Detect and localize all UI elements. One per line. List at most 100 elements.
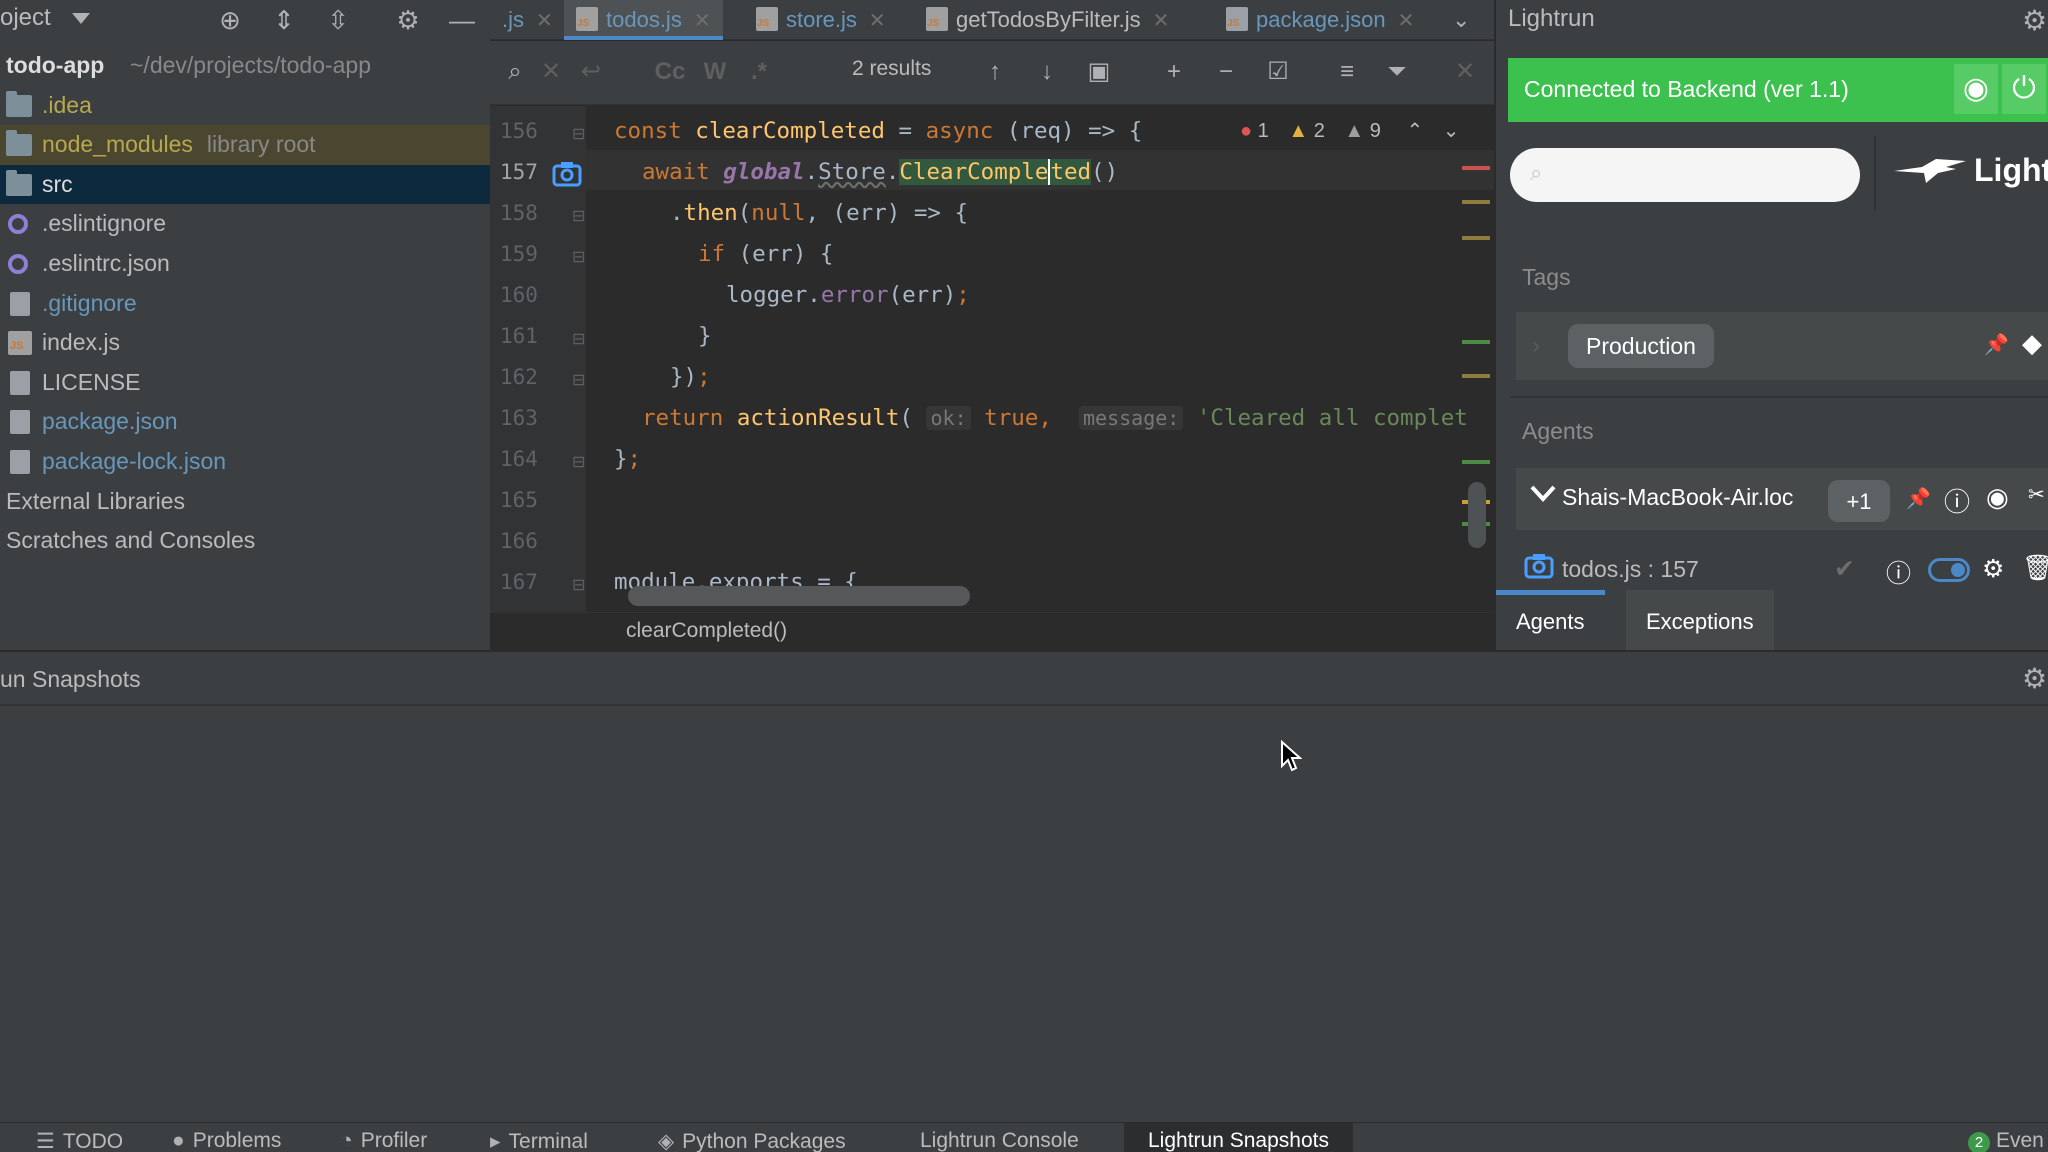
settings-cog-icon[interactable]: ⚙	[1982, 554, 2004, 584]
pipe-icon[interactable]: ✂	[2028, 482, 2045, 507]
tree-item-scratches[interactable]: Scratches and Consoles	[0, 521, 490, 561]
chevron-down-icon[interactable]	[1528, 478, 1558, 508]
tab-store-js[interactable]: store.js ✕	[756, 0, 886, 40]
tree-item-gitignore[interactable]: .gitignore	[0, 284, 490, 324]
tree-item-license[interactable]: LICENSE	[0, 363, 490, 403]
new-line-icon[interactable]: ↩	[576, 55, 606, 89]
close-icon[interactable]: ✕	[1153, 10, 1170, 32]
tree-item-index-js[interactable]: index.js	[0, 323, 490, 363]
tree-item-eslintrc[interactable]: .eslintrc.json	[0, 244, 490, 284]
tree-item-src[interactable]: src	[0, 164, 490, 205]
tree-item-external-libraries[interactable]: External Libraries	[0, 482, 490, 522]
fold-icon[interactable]: ⊟	[572, 329, 585, 349]
tree-item-package-lock-json[interactable]: package-lock.json	[0, 442, 490, 482]
toolstrip-terminal[interactable]: ▸ Terminal	[490, 1129, 588, 1152]
toolstrip-lightrun-console[interactable]: Lightrun Console	[920, 1129, 1079, 1152]
gear-icon[interactable]: ⚙	[2022, 4, 2047, 37]
collapse-all-icon[interactable]: ⇳	[322, 4, 354, 36]
tree-item-package-json[interactable]: package.json	[0, 402, 490, 442]
close-find-icon[interactable]: ✕	[1450, 55, 1480, 89]
multiline-icon[interactable]: ≡	[1330, 55, 1364, 89]
gear-icon[interactable]: ⚙	[392, 4, 424, 36]
tag-icon[interactable]: ◆	[2022, 328, 2042, 359]
fold-icon[interactable]: ⊟	[572, 206, 585, 226]
next-occurrence-icon[interactable]: ↓	[1032, 55, 1062, 89]
double-check-icon[interactable]: ✔	[1834, 554, 1855, 584]
fold-icon[interactable]: ⊟	[572, 575, 585, 595]
search-icon[interactable]: ⌕	[498, 55, 532, 89]
regex-toggle[interactable]: .*	[744, 55, 774, 89]
tree-item-eslintignore[interactable]: .eslintignore	[0, 204, 490, 244]
fold-icon[interactable]: ⊟	[572, 452, 585, 472]
pin-icon[interactable]: 📌	[1906, 486, 1931, 511]
snapshots-content[interactable]	[0, 706, 2048, 1122]
close-icon[interactable]: ✕	[694, 10, 711, 32]
toolstrip-event-log[interactable]: 2 Even	[1968, 1129, 2044, 1152]
tab-package-json[interactable]: package.json ✕	[1226, 0, 1414, 40]
vertical-scrollbar[interactable]	[1468, 482, 1486, 548]
tab-exceptions[interactable]: Exceptions	[1626, 590, 1774, 650]
tag-row[interactable]: › Production 📌 ◆	[1516, 312, 2048, 380]
previous-highlight-icon[interactable]: ⌃	[1406, 120, 1423, 142]
power-icon[interactable]: ⏻	[2002, 64, 2046, 114]
tab-todos-js[interactable]: todos.js ✕	[564, 0, 723, 40]
chevron-right-icon[interactable]: ›	[1532, 332, 1540, 360]
tree-item-idea[interactable]: .idea	[0, 86, 490, 126]
clear-search-icon[interactable]: ✕	[536, 55, 566, 89]
tree-root[interactable]: todo-app ~/dev/projects/todo-app	[0, 46, 490, 86]
pin-icon[interactable]: 📌	[1984, 332, 2009, 357]
chevron-down-icon[interactable]	[72, 13, 90, 24]
tab-js-partial[interactable]: .js ✕	[502, 0, 553, 40]
snapshot-toggle[interactable]	[1928, 558, 1970, 582]
match-case-toggle[interactable]: Cc	[652, 55, 688, 89]
tab-gettodosbyfilter-js[interactable]: getTodosByFilter.js ✕	[926, 0, 1169, 40]
tag-pill[interactable]: Production	[1568, 324, 1714, 368]
warning-stripe-mark[interactable]	[1462, 374, 1490, 378]
gear-icon[interactable]: ⚙	[2022, 662, 2047, 695]
breadcrumb-item[interactable]: clearCompleted()	[626, 619, 787, 643]
eye-icon[interactable]: ◉	[1986, 482, 2009, 513]
toolstrip-todo[interactable]: ☰ TODO	[36, 1129, 123, 1152]
minimize-icon[interactable]: —	[446, 4, 478, 36]
next-highlight-icon[interactable]: ⌄	[1443, 120, 1460, 142]
tree-item-node-modules[interactable]: node_modules library root	[0, 125, 490, 165]
remove-selection-icon[interactable]: −	[1208, 55, 1244, 89]
open-in-window-icon[interactable]: ▣	[1084, 55, 1114, 89]
project-title[interactable]: oject	[0, 4, 51, 32]
trash-icon[interactable]: 🗑	[2022, 554, 2048, 583]
error-stripe-mark[interactable]	[1462, 166, 1490, 170]
filter-icon[interactable]: ⏷	[1380, 55, 1414, 89]
close-icon[interactable]: ✕	[536, 10, 553, 32]
info-icon[interactable]: ⓘ	[1944, 482, 1970, 519]
horizontal-scrollbar[interactable]	[628, 586, 970, 606]
agent-row[interactable]: Shais-MacBook-Air.loc +1 📌 ⓘ ◉ ✂	[1516, 468, 2048, 530]
warning-stripe-mark[interactable]	[1462, 200, 1490, 204]
eye-icon[interactable]: ◉	[1954, 64, 1998, 114]
expand-all-icon[interactable]: ⇕	[268, 4, 300, 36]
crosshair-icon[interactable]: ⊕	[214, 4, 246, 36]
camera-icon[interactable]	[552, 160, 582, 188]
fold-icon[interactable]: ⊟	[572, 370, 585, 390]
warning-stripe-mark[interactable]	[1462, 236, 1490, 240]
add-selection-icon[interactable]: +	[1156, 55, 1192, 89]
agent-count-badge[interactable]: +1	[1828, 480, 1890, 522]
snapshot-action-row[interactable]: todos.js : 157 ✔ ⓘ ⚙ 🗑	[1508, 548, 2048, 590]
tab-agents[interactable]: Agents	[1496, 590, 1605, 650]
whole-words-toggle[interactable]: W	[700, 55, 730, 89]
close-icon[interactable]: ✕	[869, 10, 886, 32]
close-icon[interactable]: ✕	[1398, 10, 1415, 32]
tabs-overflow-chevron-icon[interactable]: ⌄	[1452, 0, 1470, 40]
lightrun-search-input[interactable]: ⌕	[1510, 148, 1860, 202]
change-stripe-mark[interactable]	[1462, 460, 1490, 464]
toolstrip-problems[interactable]: ● Problems	[172, 1129, 281, 1152]
toolstrip-python-packages[interactable]: ◈ Python Packages	[658, 1129, 846, 1152]
fold-icon[interactable]: ⊟	[572, 124, 585, 144]
previous-occurrence-icon[interactable]: ↑	[980, 55, 1010, 89]
change-stripe-mark[interactable]	[1462, 340, 1490, 344]
fold-icon[interactable]: ⊟	[572, 247, 585, 267]
info-icon[interactable]: ⓘ	[1886, 554, 1911, 590]
toolstrip-lightrun-snapshots[interactable]: Lightrun Snapshots	[1124, 1123, 1353, 1152]
toolstrip-profiler[interactable]: ◔ Profiler	[340, 1129, 427, 1152]
inspection-widget[interactable]: ● 1 ▲ 2 ▲ 9 ⌃ ⌄	[1240, 118, 1460, 143]
select-all-occurrences-icon[interactable]: ☑	[1260, 55, 1296, 89]
